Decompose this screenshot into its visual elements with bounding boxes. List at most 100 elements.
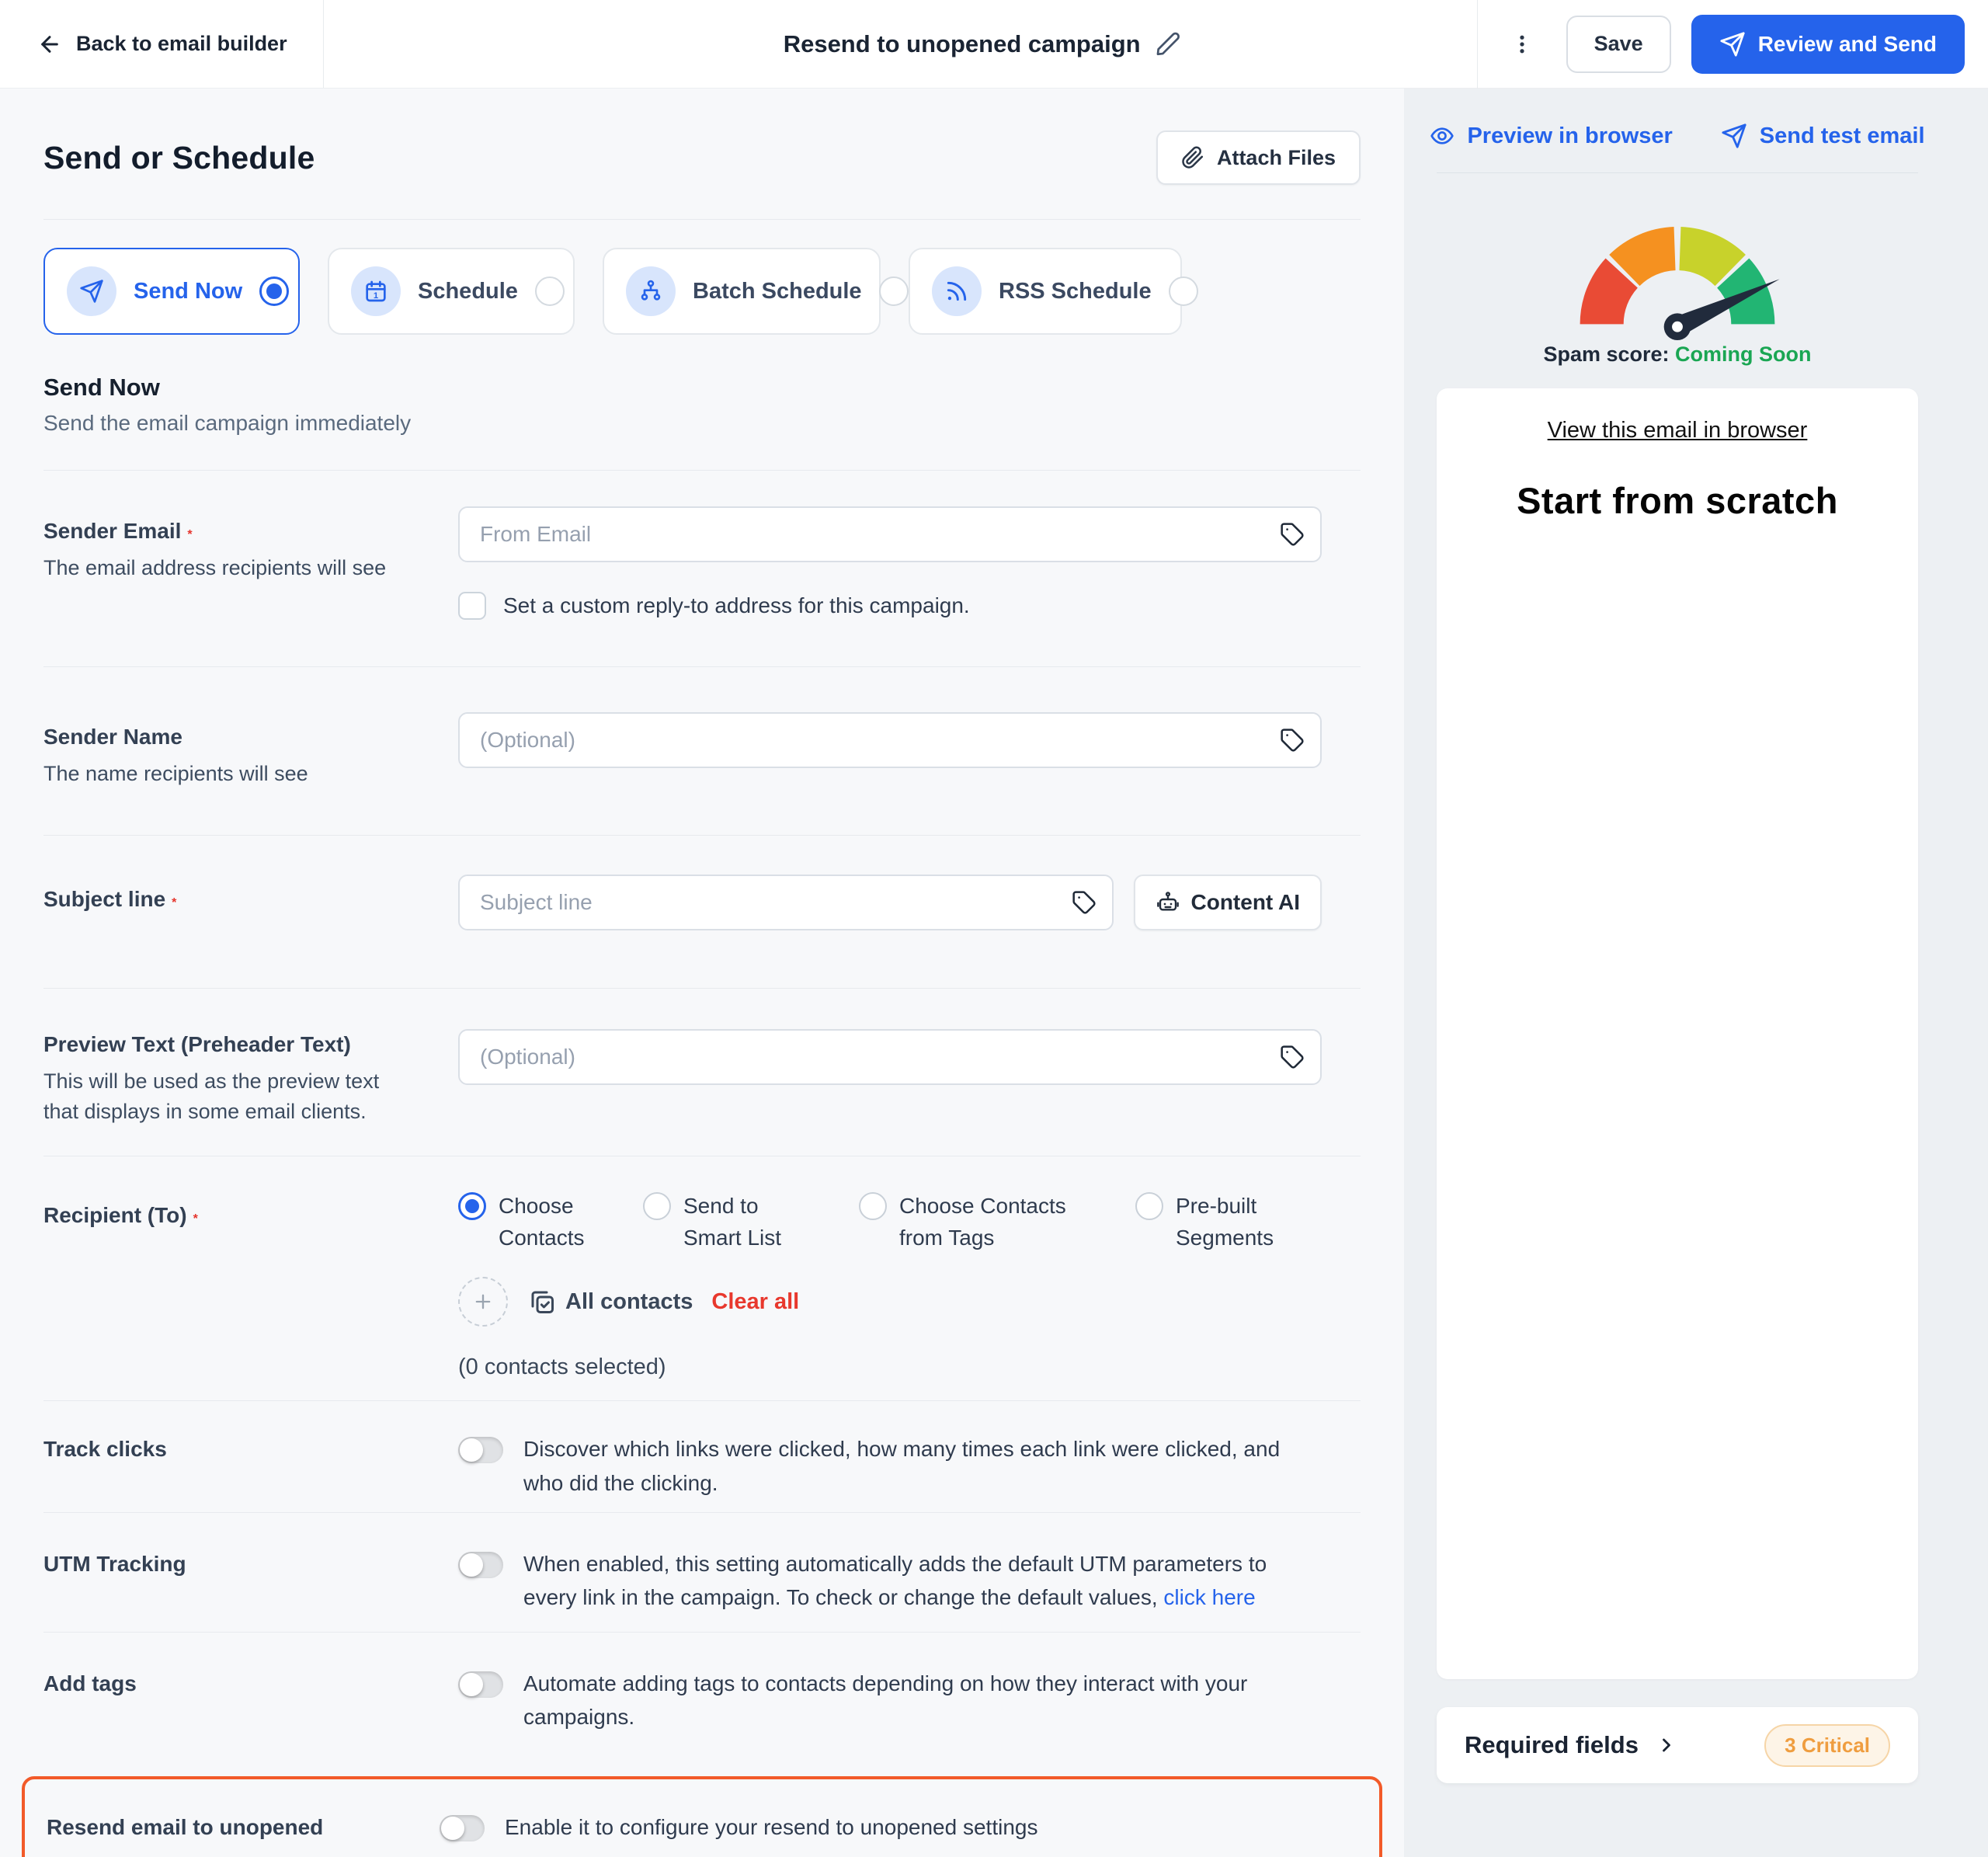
reply-to-checkbox[interactable] (458, 592, 486, 620)
tag-icon[interactable] (1280, 1045, 1305, 1069)
preview-actions: Preview in browser Send test email (1437, 89, 1918, 149)
field-label: Resend email to unopened (47, 1815, 323, 1839)
resend-unopened-description: Enable it to configure your resend to un… (505, 1810, 1037, 1844)
divider (43, 219, 1361, 220)
field-label: Sender Name (43, 725, 182, 749)
option-card-batch-schedule[interactable]: Batch Schedule (603, 248, 881, 335)
field-label: Track clicks (43, 1437, 167, 1461)
option-label: Schedule (418, 279, 518, 304)
required-asterisk: * (187, 528, 192, 541)
preview-in-browser-link[interactable]: Preview in browser (1430, 123, 1672, 149)
email-preview-heading: Start from scratch (1437, 479, 1918, 522)
field-sublabel: The email address recipients will see (43, 553, 408, 582)
batch-flow-icon (626, 266, 676, 316)
click-here-link[interactable]: click here (1163, 1585, 1255, 1609)
divider (1437, 172, 1918, 173)
send-test-email-link[interactable]: Send test email (1721, 123, 1925, 149)
plus-icon (472, 1291, 494, 1313)
resend-labels: Resend email to unopened (47, 1810, 440, 1840)
all-contacts-chip[interactable]: All contacts (528, 1288, 693, 1316)
send-test-label: Send test email (1760, 123, 1925, 149)
radio-prebuilt-segments[interactable] (1135, 1192, 1163, 1220)
add-tags-labels: Add tags (43, 1667, 458, 1696)
radio-send-now[interactable] (259, 276, 289, 306)
svg-text:1: 1 (374, 291, 378, 301)
tag-icon[interactable] (1280, 522, 1305, 547)
option-card-send-now[interactable]: Send Now (43, 248, 300, 335)
recipient-option-choose-contacts[interactable]: Choose Contacts (458, 1191, 592, 1254)
field-label: Preview Text (Preheader Text) (43, 1032, 351, 1056)
spam-gauge (1549, 193, 1806, 341)
subject-input[interactable] (458, 875, 1114, 930)
add-tags-toggle[interactable] (458, 1671, 503, 1698)
critical-count-badge: 3 Critical (1764, 1724, 1890, 1767)
recipient-labels: Recipient (To) * (43, 1191, 458, 1228)
radio-choose-contacts[interactable] (458, 1192, 486, 1220)
required-fields-card[interactable]: Required fields 3 Critical (1437, 1707, 1918, 1783)
back-to-email-builder-button[interactable]: Back to email builder (0, 0, 324, 88)
radio-batch-schedule[interactable] (879, 276, 909, 306)
option-label: Send Now (134, 279, 242, 304)
spam-score-value: Coming Soon (1675, 343, 1811, 366)
content-ai-button[interactable]: Content AI (1134, 875, 1322, 930)
radio-rss-schedule[interactable] (1169, 276, 1198, 306)
contacts-selected-count: (0 contacts selected) (458, 1354, 1322, 1380)
resend-unopened-toggle[interactable] (440, 1815, 485, 1841)
radio-schedule[interactable] (535, 276, 565, 306)
field-label: UTM Tracking (43, 1552, 186, 1576)
send-mode-options: Send Now 1 Schedule Batch Schedule (43, 248, 1361, 335)
radio-contacts-from-tags[interactable] (859, 1192, 887, 1220)
preview-text-input[interactable] (458, 1029, 1322, 1085)
required-asterisk: * (193, 1212, 198, 1226)
preview-text-labels: Preview Text (Preheader Text) This will … (43, 1029, 458, 1126)
edit-pencil-icon[interactable] (1155, 31, 1181, 57)
attach-files-label: Attach Files (1217, 146, 1336, 170)
campaign-title: Resend to unopened campaign (784, 30, 1141, 58)
sender-name-labels: Sender Name The name recipients will see (43, 712, 458, 788)
custom-reply-to-checkbox-row[interactable]: Set a custom reply-to address for this c… (458, 592, 1322, 666)
spam-score-gauge-block: Spam score: Coming Soon (1437, 193, 1918, 367)
back-label: Back to email builder (76, 32, 287, 56)
radio-smart-list[interactable] (643, 1192, 671, 1220)
field-label: Recipient (To) (43, 1203, 187, 1227)
clear-all-button[interactable]: Clear all (711, 1289, 799, 1315)
recipient-option-tags[interactable]: Choose Contacts from Tags (859, 1191, 1084, 1254)
review-and-send-button[interactable]: Review and Send (1691, 15, 1965, 74)
utm-tracking-toggle[interactable] (458, 1552, 503, 1578)
main-content: Send or Schedule Attach Files Send Now 1 (0, 89, 1404, 1857)
attach-files-button[interactable]: Attach Files (1156, 130, 1361, 185)
send-or-schedule-page: Back to email builder Resend to unopened… (0, 0, 1988, 1857)
sender-email-input[interactable] (458, 506, 1322, 562)
option-card-schedule[interactable]: 1 Schedule (328, 248, 575, 335)
utm-labels: UTM Tracking (43, 1547, 458, 1577)
back-arrow-icon (37, 32, 62, 57)
recipient-option-label: Send to Smart List (683, 1191, 808, 1254)
all-contacts-label: All contacts (565, 1289, 693, 1315)
tag-icon[interactable] (1280, 728, 1305, 753)
preview-text-row: Preview Text (Preheader Text) This will … (43, 989, 1361, 1156)
email-preview-card: View this email in browser Start from sc… (1437, 388, 1918, 1679)
spam-score-line: Spam score: Coming Soon (1437, 343, 1918, 367)
kebab-menu-icon[interactable] (1478, 33, 1566, 56)
rss-icon (932, 266, 982, 316)
add-tags-row: Add tags Automate adding tags to contact… (43, 1633, 1361, 1761)
sender-name-input[interactable] (458, 712, 1322, 768)
eye-icon (1430, 123, 1455, 148)
resend-unopened-row: Resend email to unopened Enable it to co… (47, 1810, 1357, 1844)
option-card-rss-schedule[interactable]: RSS Schedule (909, 248, 1182, 335)
field-label: Subject line (43, 887, 165, 911)
utm-description: When enabled, this setting automatically… (523, 1547, 1322, 1615)
recipient-option-smart-list[interactable]: Send to Smart List (643, 1191, 808, 1254)
tag-icon[interactable] (1072, 890, 1097, 915)
track-clicks-toggle[interactable] (458, 1437, 503, 1463)
recipient-row: Recipient (To) * Choose Contacts Send to … (43, 1156, 1361, 1400)
recipient-option-label: Choose Contacts (499, 1191, 592, 1254)
field-sublabel: This will be used as the preview text th… (43, 1066, 408, 1126)
recipient-option-segments[interactable]: Pre-built Segments (1135, 1191, 1275, 1254)
recipient-option-label: Pre-built Segments (1176, 1191, 1275, 1254)
add-contacts-button[interactable] (458, 1277, 508, 1327)
view-email-in-browser-link[interactable]: View this email in browser (1548, 418, 1808, 443)
utm-description-text: When enabled, this setting automatically… (523, 1552, 1267, 1609)
contacts-chips-row: All contacts Clear all (458, 1277, 1322, 1327)
save-button[interactable]: Save (1566, 16, 1671, 73)
